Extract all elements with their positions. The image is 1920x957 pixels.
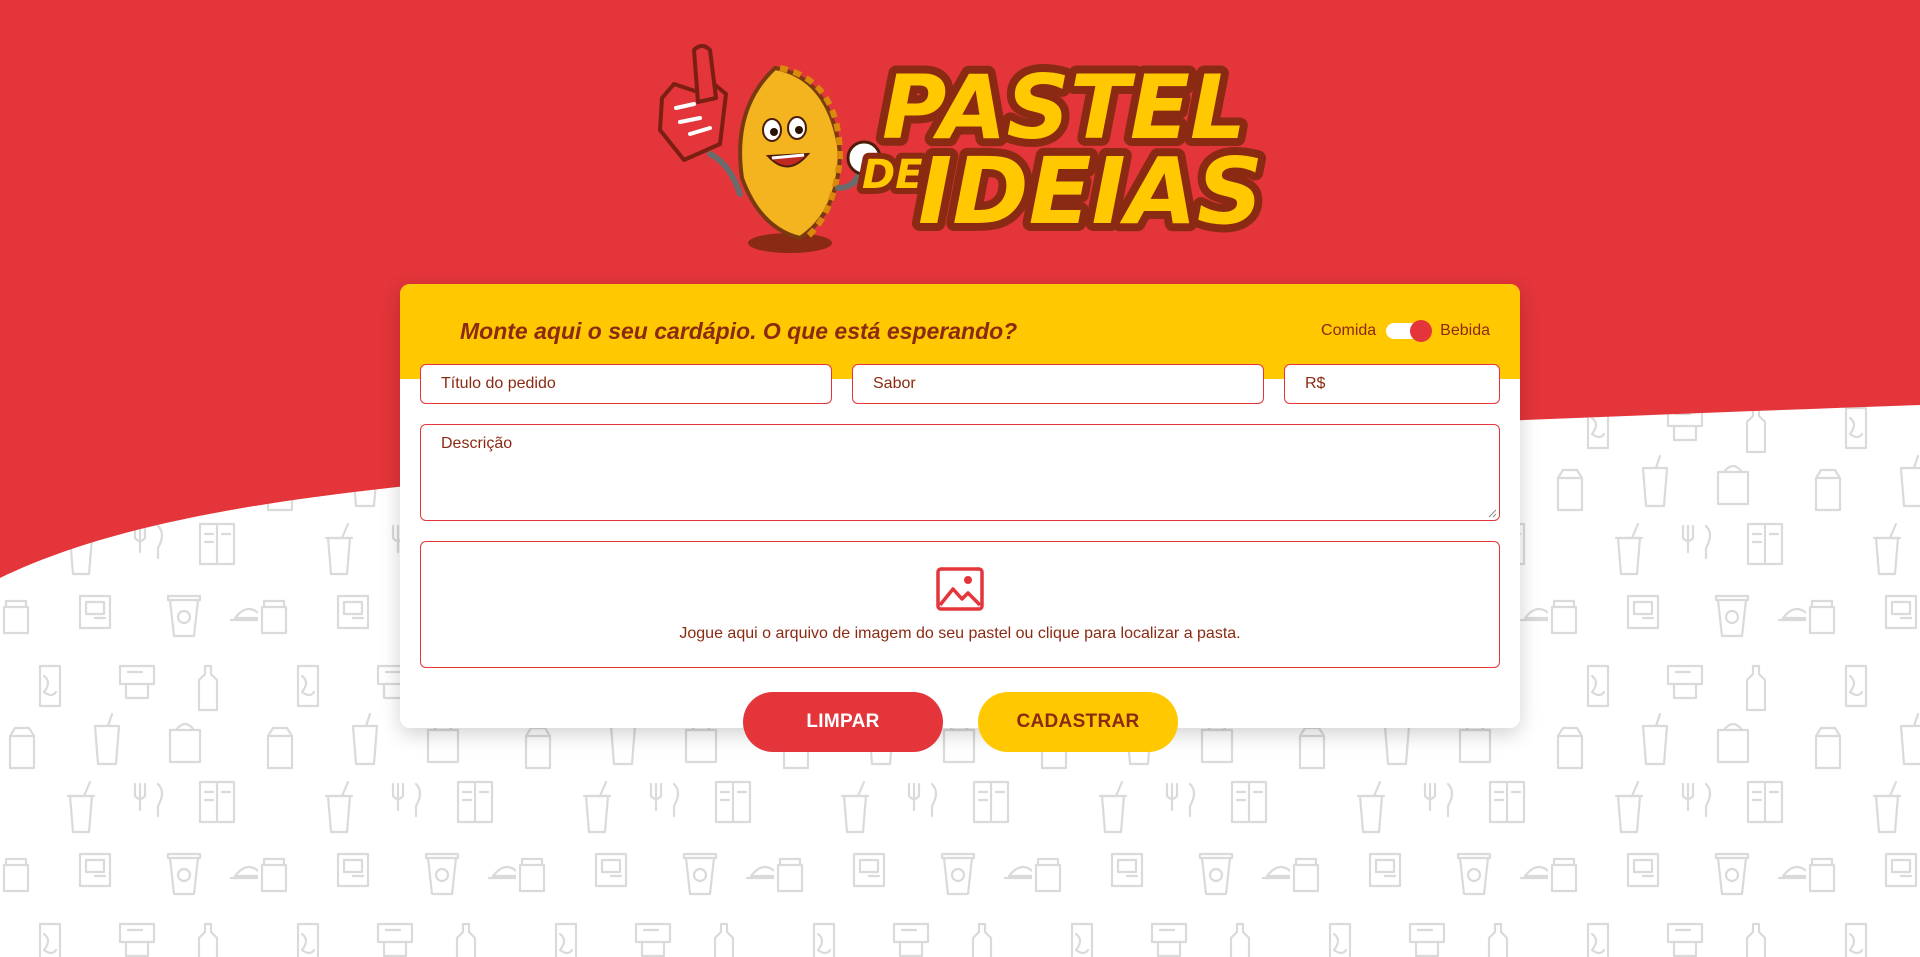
price-input[interactable]: R$ (1284, 364, 1500, 404)
clear-button[interactable]: LIMPAR (743, 692, 943, 752)
resize-grip-icon[interactable] (1487, 508, 1497, 518)
pastel-de-ideias-logo: PASTEL PASTEL DE DE IDEIAS IDEIAS (658, 44, 1270, 253)
description-textarea[interactable]: Descrição (420, 424, 1500, 521)
category-toggle-switch[interactable] (1386, 320, 1433, 342)
toggle-label-comida: Comida (1321, 322, 1377, 339)
order-form-card: Monte aqui o seu cardápio. O que está es… (400, 284, 1520, 728)
page: PASTEL PASTEL DE DE IDEIAS IDEIAS Monte … (0, 0, 1920, 957)
order-title-input[interactable]: Título do pedido (420, 364, 832, 404)
pastel-mascot-icon (738, 65, 882, 241)
toggle-label-bebida: Bebida (1440, 322, 1490, 339)
toggle-knob (1410, 320, 1433, 342)
description-placeholder: Descrição (441, 435, 513, 452)
dropzone-text: Jogue aqui o arquivo de imagem do seu pa… (679, 624, 1241, 642)
logo-text-ideias: IDEIAS (918, 138, 1263, 245)
flavor-input[interactable]: Sabor (852, 364, 1264, 404)
logo-text-de: DE (862, 152, 923, 198)
image-icon (936, 566, 984, 611)
form-title: Monte aqui o seu cardápio. O que está es… (460, 318, 1018, 344)
image-dropzone[interactable]: Jogue aqui o arquivo de imagem do seu pa… (420, 541, 1500, 668)
category-toggle-group: Comida Bebida (1321, 320, 1490, 342)
submit-button[interactable]: CADASTRAR (978, 692, 1178, 752)
foam-finger-icon (658, 44, 743, 197)
